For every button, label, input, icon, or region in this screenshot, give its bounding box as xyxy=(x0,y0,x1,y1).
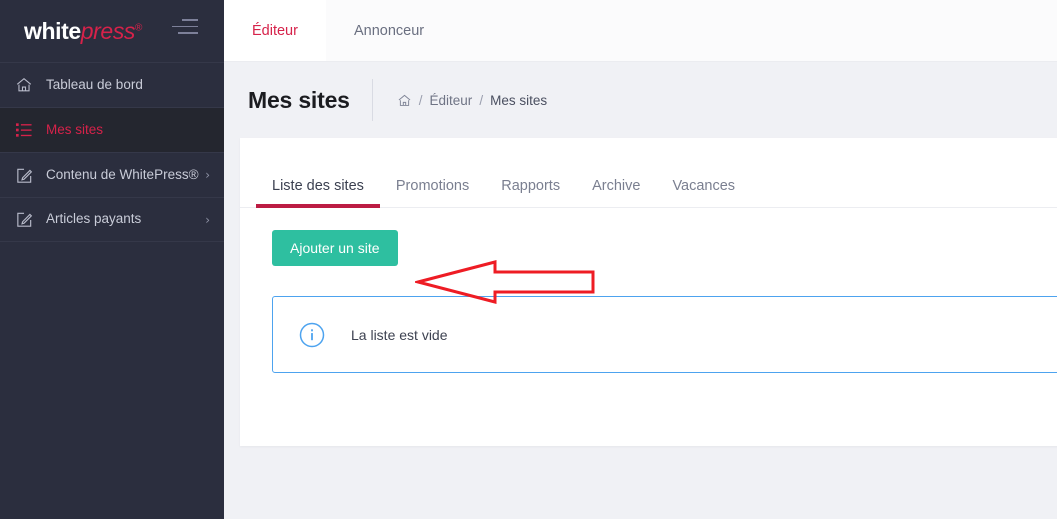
list-icon xyxy=(10,122,38,138)
page-title: Mes sites xyxy=(248,86,350,113)
sidebar: whitepress® Tableau de bord Mes sites Co… xyxy=(0,0,224,519)
hamburger-line-2 xyxy=(172,25,198,27)
tab-editeur[interactable]: Éditeur xyxy=(224,0,326,61)
breadcrumb-item-mes-sites: Mes sites xyxy=(490,92,548,108)
breadcrumb-separator: / xyxy=(418,92,423,108)
tab-label: Annonceur xyxy=(353,22,425,39)
info-circle-icon xyxy=(297,322,327,348)
breadcrumb-separator: / xyxy=(479,92,484,108)
chevron-right-icon: › xyxy=(205,212,210,227)
page-header: Mes sites / Éditeur / Mes sites xyxy=(224,62,1057,138)
tab-rapports[interactable]: Rapports xyxy=(485,178,576,207)
card-tab-bar: Liste des sites Promotions Rapports Arch… xyxy=(240,138,1057,208)
sidebar-item-label: Tableau de bord xyxy=(46,76,143,92)
home-icon xyxy=(10,76,38,94)
logo-registered-mark: ® xyxy=(135,21,142,33)
hamburger-line-3 xyxy=(178,32,198,34)
card-tab-label: Vacances xyxy=(672,178,736,194)
tab-annonceur[interactable]: Annonceur xyxy=(326,0,452,61)
card-tab-label: Liste des sites xyxy=(272,178,364,194)
hamburger-line-1 xyxy=(182,19,198,21)
sidebar-nav: Tableau de bord Mes sites Contenu de Whi… xyxy=(0,62,224,519)
sidebar-item-articles-payants[interactable]: Articles payants › xyxy=(0,197,224,242)
sidebar-item-tableau-de-bord[interactable]: Tableau de bord xyxy=(0,62,224,107)
sidebar-item-label: Articles payants xyxy=(46,211,142,227)
card-tab-label: Archive xyxy=(592,178,641,194)
card-body: Ajouter un site La liste est vide xyxy=(240,208,1057,446)
empty-list-alert: La liste est vide xyxy=(272,296,1057,373)
sidebar-item-label: Contenu de WhitePress® xyxy=(46,166,199,182)
home-icon[interactable] xyxy=(397,93,412,108)
tab-liste-des-sites[interactable]: Liste des sites xyxy=(256,178,380,208)
chevron-right-icon: › xyxy=(205,168,210,182)
tab-promotions[interactable]: Promotions xyxy=(380,178,485,207)
sidebar-brand: whitepress® xyxy=(0,0,224,62)
whitepress-logo[interactable]: whitepress® xyxy=(24,17,142,44)
tab-label: Éditeur xyxy=(252,22,298,39)
logo-text-press: press xyxy=(80,17,136,44)
sidebar-item-contenu-de-whitepress[interactable]: Contenu de WhitePress® › xyxy=(0,152,224,197)
breadcrumb: / Éditeur / Mes sites xyxy=(371,79,548,121)
edit-square-icon xyxy=(10,210,38,229)
sidebar-item-label: Mes sites xyxy=(46,121,104,137)
content-card: Liste des sites Promotions Rapports Arch… xyxy=(240,138,1057,446)
logo-text-white: white xyxy=(24,17,81,44)
top-tab-bar: Éditeur Annonceur xyxy=(224,0,1057,62)
sidebar-item-mes-sites[interactable]: Mes sites xyxy=(0,107,224,152)
alert-message: La liste est vide xyxy=(351,326,448,343)
edit-square-icon xyxy=(10,166,38,185)
tab-vacances[interactable]: Vacances xyxy=(656,178,751,207)
app-root: whitepress® Tableau de bord Mes sites Co… xyxy=(0,0,1057,519)
main-content: Éditeur Annonceur Mes sites / Éditeur / xyxy=(224,0,1057,519)
tab-archive[interactable]: Archive xyxy=(576,178,656,207)
card-tab-label: Rapports xyxy=(501,178,561,194)
breadcrumb-item-editeur[interactable]: Éditeur xyxy=(430,93,473,108)
hamburger-menu-icon[interactable] xyxy=(172,19,202,41)
card-tab-label: Promotions xyxy=(395,178,470,194)
add-site-button[interactable]: Ajouter un site xyxy=(272,230,398,266)
